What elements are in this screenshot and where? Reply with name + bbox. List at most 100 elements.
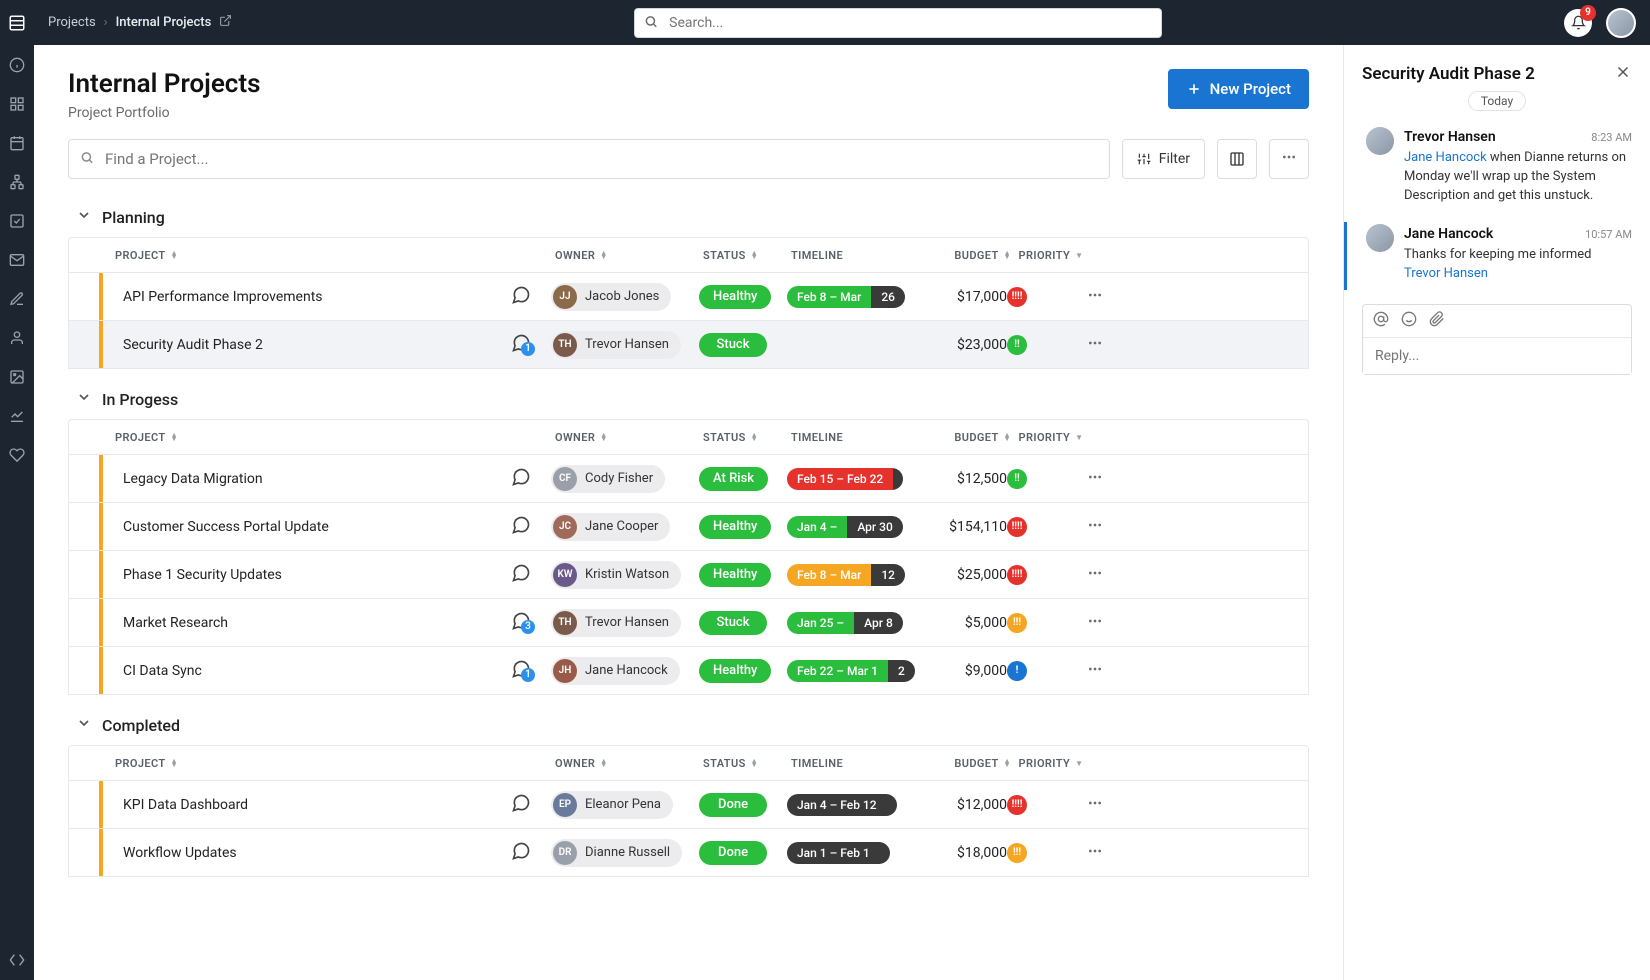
reply-input[interactable] <box>1363 338 1631 374</box>
sort-icon[interactable]: ▲▼ <box>600 433 607 441</box>
priority-badge[interactable]: !!!! <box>1007 517 1027 537</box>
mention-icon[interactable] <box>1373 311 1389 331</box>
column-project[interactable]: PROJECT ▲▼ <box>115 757 515 770</box>
new-project-button[interactable]: New Project <box>1168 69 1309 109</box>
column-project[interactable]: PROJECT ▲▼ <box>115 431 515 444</box>
status-pill[interactable]: Healthy <box>699 285 771 309</box>
owner-pill[interactable]: KWKristin Watson <box>551 561 681 589</box>
table-row[interactable]: Market Research 3 THTrevor Hansen Stuck … <box>68 599 1309 647</box>
column-timeline[interactable]: TIMELINE <box>791 757 931 770</box>
sort-icon[interactable]: ▲▼ <box>600 251 607 259</box>
nav-grid-icon[interactable] <box>9 84 25 123</box>
status-pill[interactable]: Healthy <box>699 563 771 587</box>
sort-icon[interactable]: ▲▼ <box>1004 759 1011 767</box>
timeline-pill[interactable]: Feb 15 – Feb 22 <box>787 468 903 490</box>
timeline-pill[interactable]: Feb 22 – Mar 12 <box>787 660 915 682</box>
global-search-input[interactable] <box>634 8 1162 38</box>
column-owner[interactable]: OWNER ▲▼ <box>555 431 703 444</box>
column-priority[interactable]: PRIORITY ▼ <box>1011 431 1091 444</box>
row-more-icon[interactable] <box>1087 799 1103 815</box>
priority-badge[interactable]: !!! <box>1007 843 1027 863</box>
row-more-icon[interactable] <box>1087 339 1103 355</box>
section-toggle[interactable]: Completed <box>68 709 1309 745</box>
user-avatar[interactable] <box>1606 8 1636 38</box>
status-pill[interactable]: Healthy <box>699 659 771 683</box>
table-row[interactable]: API Performance Improvements JJJacob Jon… <box>68 273 1309 321</box>
timeline-pill[interactable]: Feb 8 – Mar12 <box>787 564 905 586</box>
table-row[interactable]: Security Audit Phase 2 1 THTrevor Hansen… <box>68 321 1309 369</box>
column-owner[interactable]: OWNER ▲▼ <box>555 249 703 262</box>
sort-icon[interactable]: ▲▼ <box>171 433 178 441</box>
status-pill[interactable]: Done <box>699 841 767 865</box>
sort-icon[interactable]: ▲▼ <box>1004 433 1011 441</box>
column-project[interactable]: PROJECT ▲▼ <box>115 249 515 262</box>
owner-pill[interactable]: JJJacob Jones <box>551 283 671 311</box>
find-project-input[interactable] <box>68 139 1110 179</box>
column-timeline[interactable]: TIMELINE <box>791 431 931 444</box>
column-budget[interactable]: BUDGET ▲▼ <box>931 757 1011 770</box>
priority-badge[interactable]: !!!! <box>1007 565 1027 585</box>
comment-icon[interactable] <box>511 563 531 583</box>
sort-icon[interactable]: ▲▼ <box>1004 251 1011 259</box>
nav-mail-icon[interactable] <box>9 240 25 279</box>
sort-icon[interactable]: ▲▼ <box>751 433 758 441</box>
nav-calendar-icon[interactable] <box>9 123 25 162</box>
sort-icon[interactable]: ▲▼ <box>751 759 758 767</box>
status-pill[interactable]: Healthy <box>699 515 771 539</box>
priority-badge[interactable]: !! <box>1007 469 1027 489</box>
nav-edit-icon[interactable] <box>9 279 25 318</box>
status-pill[interactable]: At Risk <box>699 467 768 491</box>
sort-icon[interactable]: ▲▼ <box>171 759 178 767</box>
owner-pill[interactable]: JHJane Hancock <box>551 657 680 685</box>
filter-button[interactable]: Filter <box>1122 139 1205 179</box>
nav-image-icon[interactable] <box>9 357 25 396</box>
nav-chart-icon[interactable] <box>9 396 25 435</box>
table-row[interactable]: KPI Data Dashboard EPEleanor Pena Done J… <box>68 781 1309 829</box>
table-row[interactable]: Legacy Data Migration CFCody Fisher At R… <box>68 455 1309 503</box>
column-status[interactable]: STATUS ▲▼ <box>703 757 791 770</box>
column-status[interactable]: STATUS ▲▼ <box>703 431 791 444</box>
column-budget[interactable]: BUDGET ▲▼ <box>931 249 1011 262</box>
column-timeline[interactable]: TIMELINE <box>791 249 931 262</box>
owner-pill[interactable]: EPEleanor Pena <box>551 791 673 819</box>
sort-icon[interactable]: ▲▼ <box>171 251 178 259</box>
collapse-sidebar-icon[interactable] <box>9 940 25 980</box>
status-pill[interactable]: Stuck <box>699 611 767 635</box>
attachment-icon[interactable] <box>1429 311 1445 331</box>
nav-heart-icon[interactable] <box>9 435 25 474</box>
owner-pill[interactable]: CFCody Fisher <box>551 465 665 493</box>
columns-button[interactable] <box>1217 139 1257 179</box>
status-pill[interactable]: Done <box>699 793 767 817</box>
row-more-icon[interactable] <box>1087 473 1103 489</box>
column-priority[interactable]: PRIORITY ▼ <box>1011 757 1091 770</box>
comment-icon[interactable] <box>511 285 531 305</box>
notifications-button[interactable]: 9 <box>1564 9 1592 37</box>
owner-pill[interactable]: DRDianne Russell <box>551 839 682 867</box>
timeline-pill[interactable]: Jan 4 – Feb 12 <box>787 794 897 816</box>
comment-icon[interactable] <box>511 793 531 813</box>
column-status[interactable]: STATUS ▲▼ <box>703 249 791 262</box>
app-logo[interactable] <box>0 0 34 45</box>
row-more-icon[interactable] <box>1087 569 1103 585</box>
table-row[interactable]: Phase 1 Security Updates KWKristin Watso… <box>68 551 1309 599</box>
emoji-icon[interactable] <box>1401 311 1417 331</box>
timeline-pill[interactable]: Feb 8 – Mar26 <box>787 286 905 308</box>
column-priority[interactable]: PRIORITY ▼ <box>1011 249 1091 262</box>
timeline-pill[interactable]: Jan 25 – Apr 8 <box>787 612 903 634</box>
row-more-icon[interactable] <box>1087 847 1103 863</box>
row-more-icon[interactable] <box>1087 665 1103 681</box>
row-more-icon[interactable] <box>1087 291 1103 307</box>
owner-pill[interactable]: THTrevor Hansen <box>551 609 681 637</box>
nav-info-icon[interactable] <box>9 45 25 84</box>
message[interactable]: Jane Hancock10:57 AM Thanks for keeping … <box>1362 218 1632 296</box>
column-owner[interactable]: OWNER ▲▼ <box>555 757 703 770</box>
row-more-icon[interactable] <box>1087 617 1103 633</box>
priority-badge[interactable]: ! <box>1007 661 1027 681</box>
timeline-pill[interactable]: Jan 1 – Feb 1 <box>787 842 890 864</box>
comment-icon[interactable]: 1 <box>511 659 531 679</box>
table-row[interactable]: Customer Success Portal Update JCJane Co… <box>68 503 1309 551</box>
close-button[interactable] <box>1614 63 1632 85</box>
comment-icon[interactable] <box>511 467 531 487</box>
owner-pill[interactable]: THTrevor Hansen <box>551 331 681 359</box>
nav-sitemap-icon[interactable] <box>9 162 25 201</box>
